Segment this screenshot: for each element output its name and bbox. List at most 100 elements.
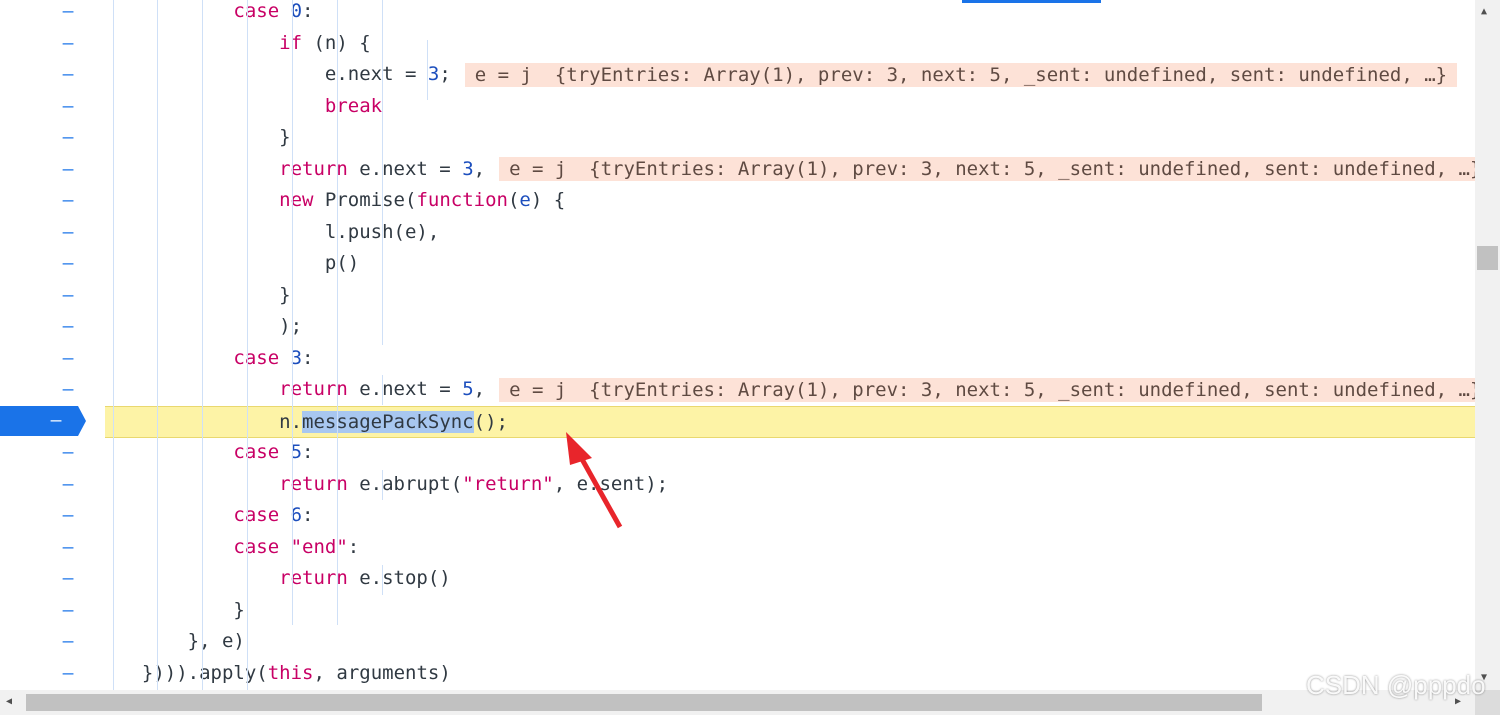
code-token: : [302, 441, 314, 463]
code-token: : [347, 535, 360, 558]
gutter-mark[interactable]: – [56, 344, 80, 374]
code-token: : [302, 0, 314, 22]
gutter-mark[interactable]: – [56, 659, 80, 689]
code-line[interactable]: return e.next = 3, e = j {tryEntries: Arr… [105, 154, 1475, 185]
gutter-mark[interactable]: – [56, 533, 80, 563]
indent-guide [157, 0, 158, 690]
gutter-mark[interactable]: – [56, 92, 80, 122]
indent-guide [337, 0, 338, 625]
gutter-mark[interactable]: – [56, 375, 80, 405]
code-line[interactable]: case "end": [105, 532, 1475, 563]
code-line[interactable]: case 0: [105, 0, 1475, 27]
code-token: , e.sent); [553, 472, 669, 495]
code-line[interactable]: } [105, 595, 1475, 626]
code-token: e.stop() [347, 567, 451, 589]
inline-variable-value[interactable]: e = j {tryEntries: Array(1), prev: 3, ne… [499, 377, 1475, 402]
gutter-mark[interactable]: – [56, 155, 80, 185]
vertical-scroll-thumb[interactable] [1477, 246, 1498, 270]
code-token: }, e) [187, 630, 245, 652]
indent-guide [382, 565, 383, 595]
code-token: 5 [462, 378, 474, 400]
code-line[interactable]: return e.stop() [105, 563, 1475, 594]
code-token: } [279, 283, 291, 306]
gutter-mark[interactable]: – [56, 312, 80, 342]
code-token: }))).apply( [141, 661, 268, 684]
indent-guide [292, 0, 293, 625]
gutter-mark[interactable]: – [56, 249, 80, 279]
gutter-mark[interactable]: – [56, 186, 80, 216]
gutter-mark[interactable]: – [56, 564, 80, 594]
indent-guide [382, 470, 383, 500]
code-line[interactable]: }, e) [105, 626, 1475, 657]
horizontal-scroll-thumb[interactable] [26, 694, 1262, 711]
code-token: e.next = [347, 157, 463, 180]
gutter-mark[interactable]: – [56, 470, 80, 500]
code-token: this [267, 661, 314, 684]
gutter-mark[interactable]: – [56, 60, 80, 90]
code-token: case [233, 441, 291, 463]
code-line[interactable]: new Promise(function(e) { [105, 185, 1475, 216]
indent-guide [202, 0, 203, 690]
gutter-mark[interactable]: – [56, 281, 80, 311]
current-execution-line[interactable]: n.messagePackSync(); [105, 405, 1475, 438]
indent-guide [382, 0, 383, 345]
code-token: ; [439, 63, 451, 85]
code-editor[interactable]: case 0: if (n) { e.next = 3; e = j {tryEn… [105, 0, 1475, 690]
selected-token: messagePackSync [302, 410, 474, 433]
code-token: function [416, 189, 508, 211]
gutter-mark[interactable]: – [56, 627, 80, 657]
code-line[interactable]: } [105, 280, 1475, 311]
code-line[interactable]: case 5: [105, 437, 1475, 468]
code-token: case [233, 0, 291, 22]
scroll-left-icon[interactable]: ◀ [6, 696, 12, 707]
vertical-scrollbar[interactable]: ▲ ▼ [1475, 0, 1500, 690]
code-line[interactable]: return e.abrupt("return", e.sent); [105, 469, 1475, 500]
code-line[interactable]: if (n) { [105, 28, 1475, 59]
code-line[interactable]: } [105, 122, 1475, 153]
code-line[interactable]: ); [105, 311, 1475, 342]
gutter-mark[interactable]: – [56, 29, 80, 59]
code-token: "return" [462, 472, 554, 495]
gutter-mark[interactable]: – [56, 218, 80, 248]
gutter-mark[interactable]: – [56, 501, 80, 531]
watermark: CSDN @pppdo [1306, 670, 1486, 700]
horizontal-scrollbar[interactable]: ◀ ▶ [0, 690, 1475, 715]
code-token: if [279, 31, 303, 54]
code-line[interactable]: case 3: [105, 343, 1475, 374]
code-line[interactable]: }))).apply(this, arguments) [105, 658, 1475, 689]
code-line[interactable]: break [105, 91, 1475, 122]
code-token: p() [324, 252, 360, 274]
inline-variable-value[interactable]: e = j {tryEntries: Array(1), prev: 3, ne… [464, 62, 1458, 87]
gutter-mark[interactable]: – [56, 0, 80, 27]
scroll-up-icon[interactable]: ▲ [1481, 6, 1487, 17]
code-token: , [473, 157, 486, 180]
code-line[interactable]: case 6: [105, 500, 1475, 531]
code-line[interactable]: p() [105, 248, 1475, 279]
breakpoint-marker[interactable]: – [0, 406, 86, 436]
code-token: e [519, 189, 531, 211]
indent-guide [427, 40, 428, 100]
code-token: : [302, 346, 314, 369]
code-token: e.next = [347, 378, 463, 400]
gutter-mark[interactable]: – [56, 123, 80, 153]
code-line[interactable]: l.push(e), [105, 217, 1475, 248]
code-token: : [302, 504, 314, 526]
gutter-mark[interactable]: – [56, 596, 80, 626]
code-token: "end" [290, 535, 348, 558]
code-line[interactable]: e.next = 3; e = j {tryEntries: Array(1), … [105, 59, 1475, 90]
code-line[interactable]: return e.next = 5, e = j {tryEntries: Arr… [105, 374, 1475, 405]
gutter-mark[interactable]: – [56, 438, 80, 468]
code-token: case [233, 504, 291, 526]
line-gutter: – – – – – – – – – – – – – – – – – – – – – [0, 0, 105, 690]
inline-variable-value[interactable]: e = j {tryEntries: Array(1), prev: 3, ne… [499, 157, 1475, 181]
code-token: , arguments) [313, 661, 451, 684]
